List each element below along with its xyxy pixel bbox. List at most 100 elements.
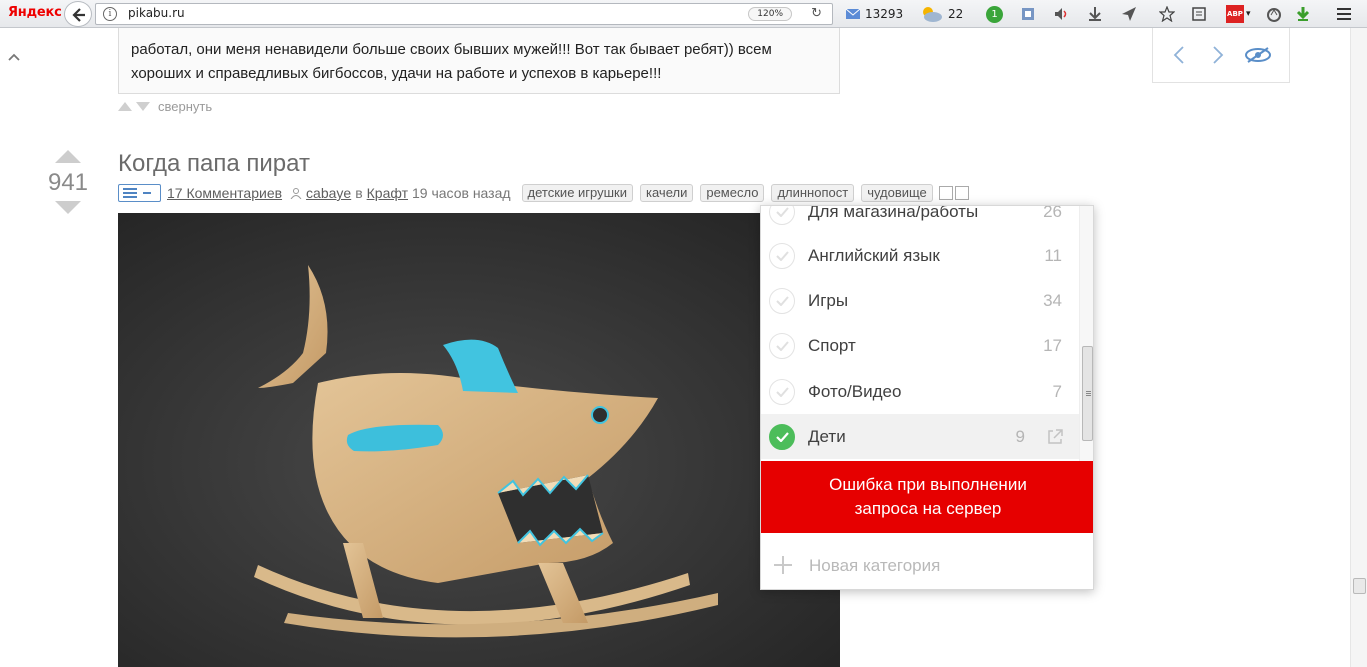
error-line: Ошибка при выполнении (829, 475, 1027, 494)
new-category-button[interactable]: Новая категория (761, 546, 1093, 586)
comment-controls: свернуть (118, 99, 212, 114)
user-icon (290, 188, 302, 199)
downvote-icon[interactable] (55, 201, 81, 214)
category-item[interactable]: Фото/Видео 7 (761, 369, 1079, 414)
page-scrollbar[interactable] (1350, 28, 1367, 667)
yandex-logo[interactable]: Яндекс (8, 5, 62, 20)
shark-rocking-toy-image (118, 213, 840, 667)
check-icon[interactable] (769, 378, 795, 405)
zoom-level[interactable]: 120% (748, 7, 792, 21)
browser-toolbar: Яндекс i pikabu.ru 120% ↻ 13293 22 1 ABP… (0, 0, 1367, 28)
category-label: Фото/Видео (808, 381, 902, 401)
download-icon[interactable] (1087, 4, 1103, 24)
mail-icon (845, 8, 861, 19)
plus-icon (774, 556, 792, 574)
category-item[interactable]: Игры 34 (761, 278, 1079, 323)
category-label: Спорт (808, 335, 856, 355)
category-label: Дети (808, 426, 846, 446)
collapse-link[interactable]: свернуть (158, 99, 212, 114)
bookmark-ext-icon[interactable] (1020, 4, 1036, 24)
category-count: 11 (1044, 245, 1062, 265)
expand-icon[interactable] (954, 186, 969, 200)
comments-link[interactable]: 17 Комментариев (167, 185, 282, 201)
check-icon[interactable] (769, 287, 795, 314)
post-time: 19 часов назад (412, 185, 511, 201)
comment-line: работал, они меня ненавидели больше свои… (131, 41, 772, 58)
category-label: Английский язык (808, 245, 940, 265)
reload-icon[interactable]: ↻ (811, 6, 822, 21)
chevron-left-icon[interactable] (1170, 45, 1190, 65)
post-title[interactable]: Когда папа пират (118, 150, 310, 178)
extension-badge[interactable]: 1 (986, 4, 1003, 24)
post-rating: 941 (47, 169, 89, 196)
check-icon[interactable] (769, 332, 795, 359)
category-label: Для магазина/работы (808, 206, 979, 221)
new-category-label: Новая категория (809, 556, 941, 575)
category-list: Для магазина/работы 26 Английский язык 1… (761, 206, 1079, 461)
tag[interactable]: чудовище (861, 184, 933, 202)
category-item-selected[interactable]: Дети 9 (761, 414, 1079, 459)
mail-count: 13293 (865, 7, 904, 21)
category-scroll-thumb[interactable] (1082, 346, 1093, 441)
category-item[interactable]: Спорт 17 (761, 323, 1079, 368)
minus-icon (143, 192, 151, 194)
category-item[interactable]: Английский язык 11 (761, 233, 1079, 278)
category-count: 34 (1043, 290, 1062, 310)
post-navigation (1152, 28, 1290, 83)
back-button[interactable] (64, 1, 92, 27)
check-icon[interactable] (769, 242, 795, 269)
save-icon[interactable] (938, 186, 953, 200)
comment-text: работал, они меня ненавидели больше свои… (118, 28, 840, 94)
tag[interactable]: длиннопост (771, 184, 855, 202)
save-category-dropdown: Для магазина/работы 26 Английский язык 1… (760, 205, 1094, 590)
comment-line: хороших и справедливых бигбоссов, удачи … (131, 65, 662, 82)
post-meta: 17 Комментариев cabaye в Крафт 19 часов … (118, 183, 969, 203)
tag[interactable]: качели (640, 184, 694, 202)
post-image[interactable] (118, 213, 840, 667)
category-count: 17 (1043, 335, 1062, 355)
category-count: 26 (1043, 206, 1062, 221)
category-scrollbar[interactable] (1079, 206, 1093, 461)
mail-widget[interactable]: 13293 (845, 4, 903, 24)
weather-widget[interactable]: 22 (918, 4, 963, 24)
arrow-left-icon (72, 8, 85, 22)
author-link[interactable]: cabaye (306, 185, 351, 201)
reading-list-icon[interactable] (1191, 4, 1207, 24)
community-link[interactable]: Крафт (367, 185, 408, 201)
error-message: Ошибка при выполнении запроса на сервер (761, 461, 1093, 533)
tag[interactable]: ремесло (700, 184, 765, 202)
url-text[interactable]: pikabu.ru (128, 6, 185, 20)
adblock-plus-icon[interactable]: ABP ▾ (1226, 4, 1251, 24)
badge-count: 1 (986, 5, 1003, 23)
category-count: 9 (1015, 426, 1025, 446)
view-toggle-button[interactable] (118, 184, 161, 202)
chevron-right-icon[interactable] (1207, 45, 1227, 65)
star-icon[interactable] (1159, 4, 1175, 24)
in-word: в (355, 185, 363, 201)
comment-upvote-icon[interactable] (118, 102, 132, 111)
list-view-icon (123, 188, 137, 198)
post-vote: 941 (40, 150, 96, 214)
comment-downvote-icon[interactable] (136, 102, 150, 111)
error-line: запроса на сервер (854, 499, 1002, 518)
send-icon[interactable] (1121, 4, 1137, 24)
weather-icon (923, 7, 942, 22)
category-count: 7 (1052, 381, 1062, 401)
savefrom-icon[interactable] (1295, 4, 1311, 24)
info-icon[interactable]: i (103, 7, 117, 21)
check-icon[interactable] (769, 423, 795, 450)
address-bar[interactable]: i pikabu.ru 120% ↻ (95, 3, 833, 25)
vpn-icon[interactable] (1266, 4, 1282, 24)
external-link-icon[interactable] (1046, 428, 1064, 446)
weather-temp: 22 (948, 7, 964, 21)
chevron-up-icon[interactable] (8, 52, 20, 62)
category-label: Игры (808, 290, 849, 310)
check-icon[interactable] (769, 206, 795, 225)
upvote-icon[interactable] (55, 150, 81, 163)
sound-icon[interactable] (1053, 4, 1069, 24)
category-item[interactable]: Для магазина/работы 26 (761, 206, 1079, 234)
tag[interactable]: детские игрушки (521, 184, 633, 202)
menu-icon[interactable] (1336, 4, 1352, 24)
page-scroll-thumb[interactable] (1353, 578, 1366, 594)
hide-viewed-eye-icon[interactable] (1244, 45, 1272, 65)
